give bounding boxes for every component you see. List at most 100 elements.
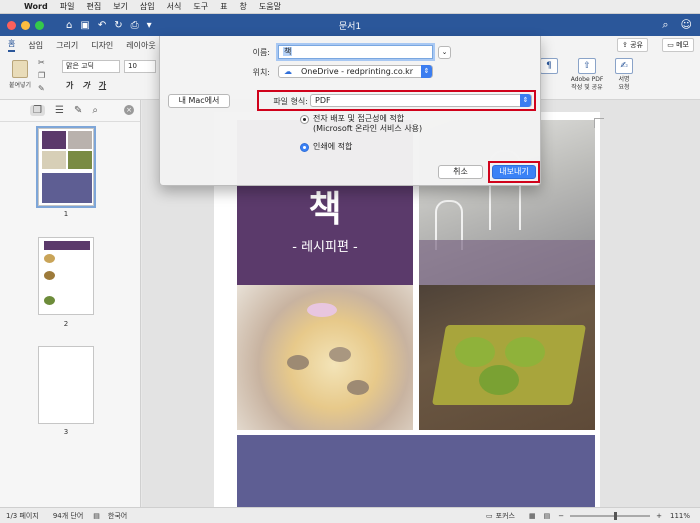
on-my-mac-button[interactable]: 내 Mac에서: [168, 94, 230, 108]
styles-pane-button[interactable]: ¶: [540, 58, 558, 76]
font-size-select[interactable]: 10: [124, 60, 156, 73]
home-icon[interactable]: ⌂: [66, 20, 72, 31]
clam: [329, 347, 351, 362]
zoom-window-button[interactable]: [35, 20, 44, 30]
page-thumbnail-number: 1: [63, 210, 69, 218]
menu-item-edit[interactable]: 편집: [86, 1, 101, 12]
paste-button[interactable]: 붙여넣기: [8, 60, 32, 89]
menu-item-help[interactable]: 도움말: [259, 1, 281, 12]
save-icon[interactable]: ▣: [80, 20, 89, 31]
cut-icon[interactable]: ✂: [38, 58, 45, 67]
cloud-icon: ☁: [284, 67, 292, 76]
page-thumbnail-3[interactable]: [38, 346, 94, 424]
menu-item-view[interactable]: 보기: [113, 1, 128, 12]
location-label: 위치:: [252, 68, 270, 77]
menu-item-tools[interactable]: 도구: [193, 1, 208, 12]
paste-label: 붙여넣기: [8, 82, 32, 89]
lettuce-cup: [455, 337, 495, 367]
salad-plate: [431, 325, 587, 405]
comments-button[interactable]: ▭ 메모: [662, 38, 694, 52]
signature-sublabel: 요청: [618, 84, 630, 91]
book-subtitle: - 레시피편 -: [292, 240, 358, 255]
search-pane-icon[interactable]: ⌕: [92, 105, 98, 116]
lettuce-cup: [505, 337, 545, 367]
proofing-icon[interactable]: ▤: [93, 512, 100, 520]
zoom-level[interactable]: 111%: [670, 512, 690, 520]
menu-item-format[interactable]: 서식: [167, 1, 182, 12]
location-value: OneDrive - redprinting.co.kr: [301, 67, 414, 76]
file-name-value: 책: [283, 47, 293, 56]
outline-icon[interactable]: ☰: [55, 105, 64, 116]
adobe-pdf-sublabel: 작성 및 공유: [571, 84, 603, 91]
font-name-select[interactable]: 맑은 고딕: [62, 60, 120, 73]
expand-dialog-button[interactable]: ⌄: [438, 46, 451, 59]
tab-draw[interactable]: 그리기: [56, 40, 78, 51]
zoom-out-icon[interactable]: −: [558, 512, 564, 520]
clipboard-icon: [12, 60, 28, 78]
tab-insert[interactable]: 삽입: [28, 40, 43, 51]
print-icon[interactable]: ⎙: [131, 20, 139, 31]
web-layout-view-icon[interactable]: ▤: [544, 512, 551, 520]
focus-icon[interactable]: ▭: [486, 512, 493, 520]
tab-layout[interactable]: 레이아웃: [126, 40, 155, 51]
thumb-image: [44, 296, 55, 305]
signature-label: 서명: [618, 76, 630, 83]
navigation-pane: ❐ ☰ ✎ ⌕ × 1 2 3: [0, 100, 141, 507]
zoom-slider-thumb[interactable]: [614, 511, 618, 520]
edit-thumbnails-icon[interactable]: ✎: [74, 105, 82, 116]
close-window-button[interactable]: [7, 20, 16, 30]
menu-item-insert[interactable]: 삽입: [140, 1, 155, 12]
location-select[interactable]: ☁ OneDrive - redprinting.co.kr ⇕: [278, 65, 433, 78]
page-thumbnail-1[interactable]: [36, 126, 96, 208]
request-signature-button[interactable]: ✍ 서명 요청: [610, 58, 638, 92]
thumb-image: [44, 254, 55, 263]
format-painter-icon[interactable]: ✎: [38, 84, 45, 93]
tab-home[interactable]: 홈: [8, 38, 16, 52]
share-icon: ⇪: [622, 41, 631, 49]
copy-icon[interactable]: ❐: [38, 71, 45, 80]
menu-item-window[interactable]: 창: [240, 1, 247, 12]
footer-block: [237, 435, 595, 507]
close-pane-icon[interactable]: ×: [124, 105, 134, 115]
adobe-pdf-label: Adobe PDF: [570, 76, 604, 83]
menu-item-table[interactable]: 표: [220, 1, 227, 12]
language[interactable]: 한국어: [108, 511, 127, 521]
thumbnails-icon[interactable]: ❐: [30, 105, 45, 116]
clam: [287, 355, 309, 370]
adobe-pdf-icon: ⇧: [578, 58, 596, 74]
file-name-field[interactable]: 책: [278, 45, 433, 59]
print-layout-view-icon[interactable]: ▦: [529, 512, 536, 520]
redo-icon[interactable]: ↻: [114, 20, 122, 31]
italic-button[interactable]: 가: [82, 80, 89, 91]
menu-item-file[interactable]: 파일: [60, 1, 75, 12]
option1-sublabel: (Microsoft 온라인 서비스 사용): [313, 124, 423, 133]
radio-print-optimized[interactable]: 인쇄에 적합: [300, 142, 352, 152]
focus-mode[interactable]: 포커스: [496, 511, 515, 521]
thumb-title-block: [42, 131, 66, 149]
thumb-image: [68, 151, 92, 169]
customize-toolbar-icon[interactable]: ▾: [147, 20, 152, 31]
bold-button[interactable]: 가: [66, 80, 73, 91]
radio-electronic-distribution[interactable]: 전자 배포 및 접근성에 적합 (Microsoft 온라인 서비스 사용): [300, 114, 422, 134]
minimize-window-button[interactable]: [21, 20, 30, 30]
format-buttons: 가 가 가: [66, 80, 106, 91]
underline-button[interactable]: 가: [99, 80, 106, 91]
adobe-pdf-button[interactable]: ⇧ Adobe PDF 작성 및 공유: [566, 58, 608, 92]
search-icon[interactable]: ⌕: [662, 18, 668, 32]
zoom-slider[interactable]: [570, 511, 651, 520]
thumb-image: [68, 131, 92, 149]
book-title: 책: [308, 189, 342, 230]
menu-app-word[interactable]: Word: [24, 2, 48, 11]
cancel-button[interactable]: 취소: [438, 165, 483, 179]
export-dialog: 이름: 책 ⌄ 위치: ☁ OneDrive - redprinting.co.…: [159, 36, 541, 186]
styles-pane-icon: ¶: [540, 58, 558, 74]
word-count[interactable]: 94개 단어: [53, 511, 83, 521]
share-button[interactable]: ⇪ 공유: [617, 38, 648, 52]
undo-icon[interactable]: ↶: [98, 20, 106, 31]
page-count[interactable]: 1/3 페이지: [6, 511, 39, 521]
page-thumbnail-2[interactable]: [38, 237, 94, 315]
smiley-icon[interactable]: ☺: [681, 18, 692, 32]
zoom-in-icon[interactable]: +: [656, 512, 662, 520]
tab-design[interactable]: 디자인: [91, 40, 113, 51]
quick-access-toolbar: ⌂ ▣ ↶ ↻ ⎙ ▾: [66, 20, 152, 31]
